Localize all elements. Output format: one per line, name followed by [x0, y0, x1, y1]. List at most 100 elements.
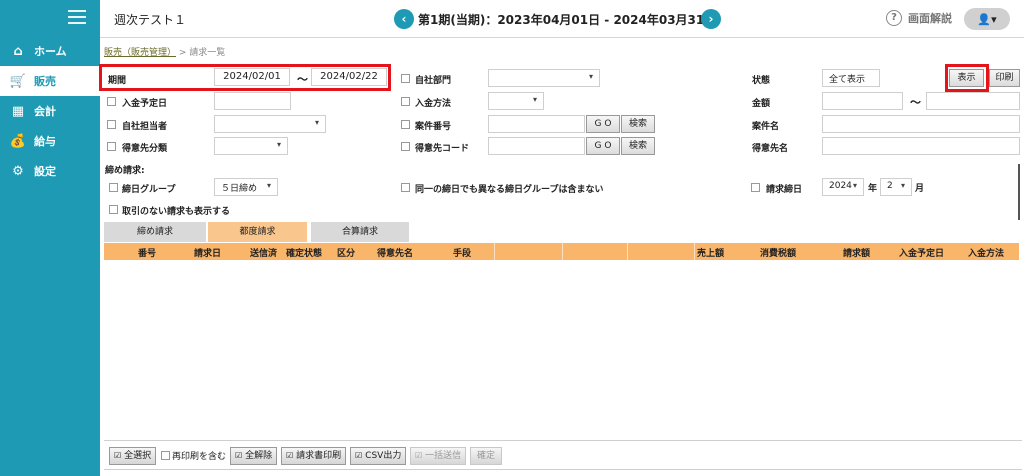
sidebar-item-label: 販売 — [34, 75, 56, 88]
closing-group-checkbox[interactable] — [109, 183, 118, 192]
column-header: 消費税額 — [760, 249, 797, 259]
column-header: 入金方法 — [968, 249, 1005, 259]
csv-export-button[interactable]: ☑ CSV出力 — [350, 447, 407, 465]
sidebar-item-accounting[interactable]: ▦ 会計 — [0, 96, 100, 126]
payment-method-select[interactable] — [488, 92, 544, 110]
user-menu-button[interactable]: 👤▾ — [964, 8, 1010, 30]
deselect-all-button[interactable]: ☑ 全解除 — [230, 447, 278, 465]
sidebar-item-label: 給与 — [34, 135, 56, 148]
own-dept-select[interactable] — [488, 69, 600, 87]
column-header: 入金予定日 — [899, 249, 945, 259]
print-invoice-label: 請求書印刷 — [296, 451, 342, 461]
customer-class-checkbox[interactable] — [107, 142, 116, 151]
payment-method-label: 入金方法 — [415, 99, 452, 109]
print-button[interactable]: 印刷 — [989, 69, 1020, 87]
sidebar: ⌂ ホーム 🛒 販売 ▦ 会計 💰 給与 ⚙ 設定 — [0, 0, 100, 476]
app-title: 週次テスト１ — [114, 13, 187, 27]
same-day-checkbox[interactable] — [401, 183, 410, 192]
year-unit: 年 — [868, 184, 878, 194]
money-bag-icon: 💰 — [9, 133, 27, 149]
case-no-go-button[interactable]: G O — [586, 115, 620, 133]
breadcrumb: 販売（販売管理） > 請求一覧 — [104, 45, 225, 58]
month-select[interactable]: 2 — [880, 178, 912, 196]
select-all-button[interactable]: ☑ 全選択 — [109, 447, 157, 465]
include-printed-checkbox[interactable] — [161, 451, 170, 460]
hamburger-menu-icon[interactable] — [68, 10, 86, 24]
confirm-button[interactable]: 確定 — [470, 447, 502, 465]
amount-max-input[interactable] — [926, 92, 1020, 110]
case-no-input[interactable] — [488, 115, 585, 133]
sidebar-item-settings[interactable]: ⚙ 設定 — [0, 156, 100, 186]
help-button[interactable]: ? 画面解説 — [886, 10, 952, 26]
customer-name-input[interactable] — [822, 137, 1020, 155]
status-label: 状態 — [752, 76, 771, 86]
tab-each-invoice[interactable]: 都度請求 — [208, 222, 307, 242]
customer-code-checkbox[interactable] — [401, 142, 410, 151]
deselect-all-label: 全解除 — [245, 451, 273, 461]
closing-group-select[interactable]: ５日締め — [214, 178, 278, 196]
check-icon: ☑ — [235, 451, 243, 460]
include-printed-label: 再印刷を含む — [172, 452, 227, 462]
breadcrumb-separator: > — [176, 48, 190, 58]
no-deal-checkbox[interactable] — [109, 205, 118, 214]
column-header: 売上額 — [697, 249, 725, 259]
cart-icon: 🛒 — [9, 73, 27, 89]
status-select[interactable]: 全て表示 — [822, 69, 880, 87]
tab-combined-invoice[interactable]: 合算請求 — [311, 222, 409, 242]
customer-class-label: 得意先分類 — [122, 144, 168, 154]
footer-toolbar: ☑ 全選択 再印刷を含む ☑ 全解除 ☑ 請求書印刷 ☑ CSV出力 ☑ 一括送信 確定 — [104, 440, 1022, 470]
check-icon: ☑ — [355, 451, 363, 460]
billing-day-label: 請求締日 — [766, 185, 803, 195]
column-header: 番号 — [138, 249, 157, 259]
select-all-label: 全選択 — [124, 451, 152, 461]
customer-code-go-button[interactable]: G O — [586, 137, 620, 155]
check-icon: ☑ — [114, 451, 122, 460]
year-select[interactable]: 2024 — [822, 178, 864, 196]
prev-period-button[interactable]: ‹ — [394, 9, 414, 29]
column-separator — [627, 243, 628, 260]
breadcrumb-current: 請求一覧 — [189, 48, 226, 58]
bulk-send-button[interactable]: ☑ 一括送信 — [410, 447, 467, 465]
breadcrumb-link-sales[interactable]: 販売（販売管理） — [104, 48, 176, 58]
period-highlight-box — [99, 64, 391, 91]
amount-label: 金額 — [752, 99, 771, 109]
customer-name-label: 得意先名 — [752, 144, 789, 154]
column-header: 得意先名 — [377, 249, 414, 259]
no-deal-label: 取引のない請求も表示する — [122, 207, 231, 217]
sidebar-item-payroll[interactable]: 💰 給与 — [0, 126, 100, 156]
customer-code-input[interactable] — [488, 137, 585, 155]
gear-icon: ⚙ — [12, 163, 24, 179]
sidebar-item-home[interactable]: ⌂ ホーム — [0, 36, 100, 66]
staff-checkbox[interactable] — [107, 120, 116, 129]
case-name-input[interactable] — [822, 115, 1020, 133]
sidebar-item-sales[interactable]: 🛒 販売 — [0, 66, 100, 96]
due-date-input[interactable] — [214, 92, 291, 110]
csv-export-label: CSV出力 — [365, 451, 402, 461]
own-dept-checkbox[interactable] — [401, 74, 410, 83]
customer-code-search-button[interactable]: 検索 — [621, 137, 655, 155]
print-invoice-button[interactable]: ☑ 請求書印刷 — [281, 447, 347, 465]
same-day-label: 同一の締日でも異なる締日グループは含まない — [415, 185, 604, 195]
column-header: 手段 — [453, 249, 472, 259]
amount-min-input[interactable] — [822, 92, 903, 110]
column-separator — [494, 243, 495, 260]
staff-select[interactable] — [214, 115, 326, 133]
table-header: 番号 請求日 送信済 確定状態 区分 得意先名 手段 売上額 消費税額 請求額 … — [104, 243, 1019, 260]
billing-day-checkbox[interactable] — [751, 183, 760, 192]
tab-closing-invoice[interactable]: 締め請求 — [104, 222, 206, 242]
next-period-button[interactable]: › — [701, 9, 721, 29]
sidebar-item-label: 設定 — [34, 165, 56, 178]
payment-method-checkbox[interactable] — [401, 97, 410, 106]
case-no-checkbox[interactable] — [401, 120, 410, 129]
bulk-send-label: 一括送信 — [425, 451, 462, 461]
due-date-checkbox[interactable] — [107, 97, 116, 106]
column-header: 確定状態 — [286, 249, 323, 259]
case-no-search-button[interactable]: 検索 — [621, 115, 655, 133]
check-icon: ☑ — [286, 451, 294, 460]
closing-section-border — [1018, 164, 1020, 220]
customer-class-select[interactable] — [214, 137, 288, 155]
closing-group-label: 締日グループ — [122, 185, 176, 195]
check-icon: ☑ — [415, 451, 423, 460]
case-name-label: 案件名 — [752, 122, 780, 132]
calculator-icon: ▦ — [11, 103, 25, 119]
